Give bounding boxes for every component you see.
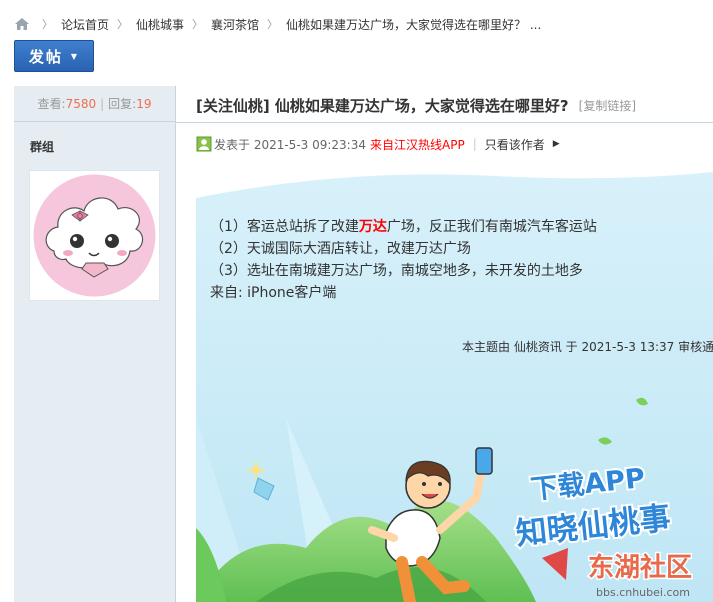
- views-count: 7580: [65, 96, 97, 111]
- avatar[interactable]: [29, 170, 160, 301]
- watermark-logo-text: 东湖社区: [588, 552, 692, 583]
- author-group[interactable]: 群组: [30, 138, 54, 155]
- views-label: 查看:: [37, 97, 66, 111]
- post-line-1: （1）客运总站拆了改建万达广场，反正我们有南城汽车客运站: [210, 219, 597, 235]
- play-arrow-icon: ▶: [552, 139, 560, 149]
- author-column: 查看: 7580 | 回复: 19 群组: [14, 86, 176, 602]
- moderation-note: 本主题由 仙桃资讯 于 2021-5-3 13:37 审核通过: [462, 340, 713, 354]
- new-post-button[interactable]: 发帖 ▼: [14, 40, 94, 72]
- breadcrumb-item-teahouse[interactable]: 襄河茶馆: [211, 16, 259, 33]
- chevron-down-icon: ▼: [70, 51, 80, 61]
- breadcrumb-separator: 〉: [267, 18, 279, 31]
- thread-stats: 查看: 7580 | 回复: 19: [14, 86, 175, 122]
- breadcrumb-item-xiantao[interactable]: 仙桃城事: [136, 16, 184, 33]
- breadcrumb-separator: 〉: [192, 18, 204, 31]
- thread-title: [关注仙桃] 仙桃如果建万达广场，大家觉得选在哪里好?: [196, 96, 569, 115]
- post-date: 发表于 2021-5-3 09:23:34: [214, 137, 366, 152]
- watermark-url: bbs.cnhubei.com: [596, 586, 690, 599]
- breadcrumb-item-current-thread[interactable]: 仙桃如果建万达广场，大家觉得选在哪里好？ ...: [286, 16, 541, 33]
- copy-link-button[interactable]: [复制链接]: [579, 97, 636, 114]
- new-post-label: 发帖: [28, 47, 63, 66]
- post-line-3: （3）选址在南城建万达广场，南城空地多，未开发的土地多: [210, 263, 583, 279]
- home-icon[interactable]: [14, 17, 30, 31]
- thread-title-row: [关注仙桃] 仙桃如果建万达广场，大家觉得选在哪里好? [复制链接]: [196, 90, 636, 120]
- online-status-icon: [196, 136, 212, 152]
- replies-label: 回复:: [108, 97, 137, 111]
- stats-divider: |: [100, 96, 105, 111]
- meta-divider: |: [472, 137, 477, 151]
- cloud-avatar-image: [33, 174, 156, 297]
- only-author-link[interactable]: 只看该作者: [485, 136, 545, 153]
- keyword-highlight[interactable]: 万达: [359, 219, 387, 235]
- title-divider: [176, 122, 713, 123]
- post-meta: 发表于 2021-5-3 09:23:34 来自江汉热线APP | 只看该作者 …: [196, 134, 560, 154]
- post-source-link[interactable]: 来自江汉热线APP: [370, 136, 465, 153]
- post-line-2: （2）天诚国际大酒店转让，改建万达广场: [210, 241, 471, 257]
- post-line-4: 来自: iPhone客户端: [210, 285, 337, 301]
- post-body: （1）客运总站拆了改建万达广场，反正我们有南城汽车客运站 （2）天诚国际大酒店转…: [210, 216, 597, 304]
- post-content: 下载APP 知晓仙桃事 东湖社区 bbs.cnhubei.com （1）客运总站…: [196, 168, 713, 602]
- breadcrumb-separator: 〉: [42, 18, 53, 31]
- breadcrumb: 〉 论坛首页 〉 仙桃城事 〉 襄河茶馆 〉 仙桃如果建万达广场，大家觉得选在哪…: [14, 14, 541, 34]
- replies-count: 19: [136, 96, 152, 111]
- breadcrumb-item-forum-home[interactable]: 论坛首页: [61, 16, 109, 33]
- breadcrumb-separator: 〉: [117, 18, 129, 31]
